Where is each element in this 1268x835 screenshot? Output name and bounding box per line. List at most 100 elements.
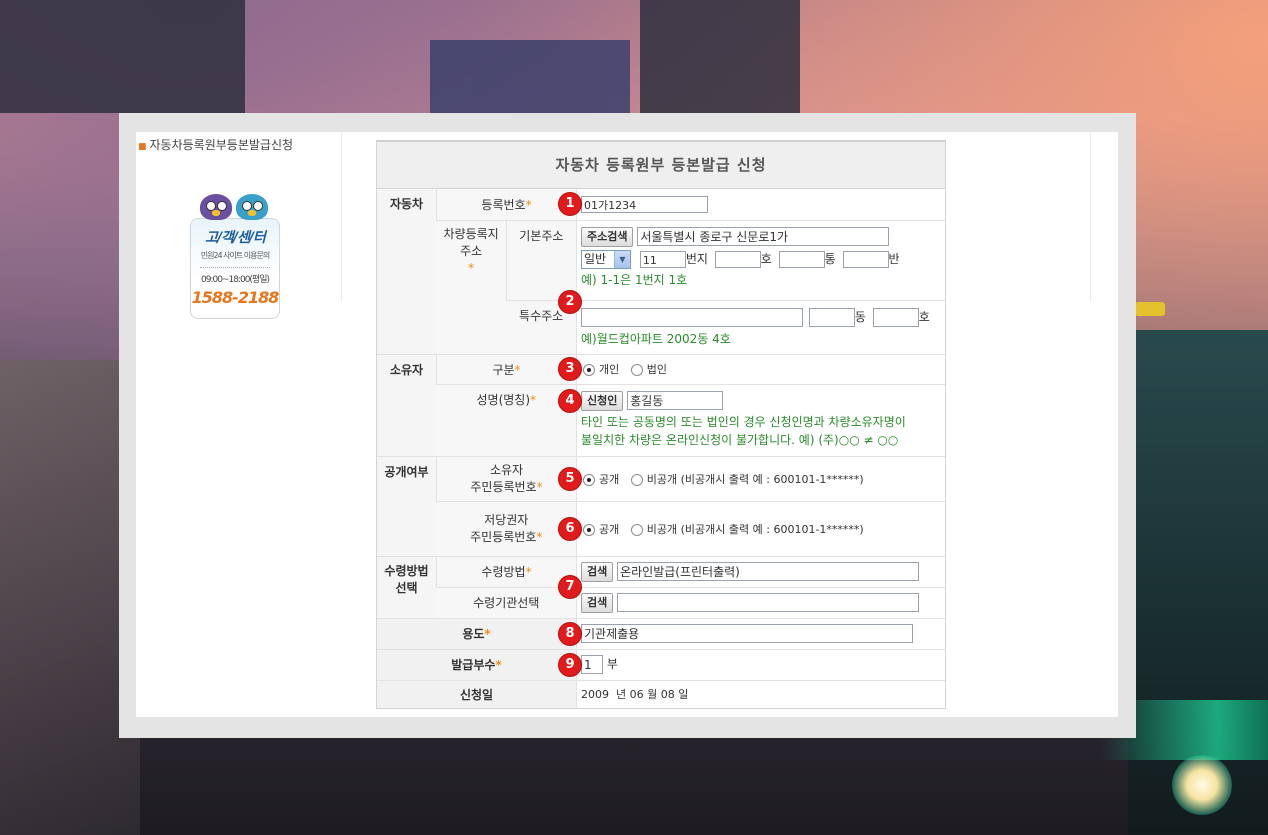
section-disclosure: 공개여부 — [377, 456, 437, 557]
mortgagee-rrn-private-radio[interactable] — [630, 523, 643, 536]
application-form: 자동차 등록원부 등본발급 신청 자동차 등록번호* 1 01가1234 차량등… — [376, 140, 946, 709]
owner-rrn-public-label: 공개 — [599, 472, 620, 486]
divider — [341, 132, 342, 302]
mortgagee-rrn-hint: (비공개시 출력 예 : 600101-1******) — [680, 522, 864, 536]
section-vehicle: 자동차 — [377, 189, 437, 355]
purpose-input[interactable]: 기관제출용 — [581, 624, 913, 643]
purpose-cell: 8 기관제출용 — [559, 618, 945, 650]
address-type-select[interactable]: 일반 ▼ — [581, 249, 631, 269]
step-badge: 6 — [559, 517, 581, 540]
background-building — [430, 40, 630, 113]
call-center-card: 고/객/센/터 민원24 사이트 이용문의 09:00~18:00(평일) 15… — [190, 218, 280, 319]
content-panel: ■ 자동차등록원부등본발급신청 고/객/센/터 민원24 사이트 이용문의 09:… — [136, 132, 1118, 717]
step-badge: 8 — [559, 622, 581, 645]
form-row-copies: 발급부수* 9 1 부 — [377, 649, 945, 681]
apply-date-label: 신청일 — [377, 680, 577, 708]
unit-bunji: 번지 — [685, 251, 708, 266]
ban-input[interactable] — [842, 250, 889, 268]
mascot-icon — [236, 194, 268, 220]
owner-name-input[interactable]: 홍길동 — [627, 391, 724, 410]
mortgagee-rrn-public-radio[interactable] — [583, 523, 595, 536]
step-badge: 3 — [559, 358, 581, 380]
owner-rrn-label: 소유자 주민등록번호* — [436, 456, 577, 502]
basic-address-input[interactable]: 서울특별시 종로구 신문로1가 — [637, 227, 890, 246]
background-headlight — [1172, 755, 1232, 815]
mascot-icon — [200, 194, 232, 220]
owner-name-note-1: 타인 또는 공동명의 또는 법인의 경우 신청인명과 차량소유자명이 — [581, 414, 906, 429]
section-receipt: 수령방법 선택 — [377, 556, 437, 619]
form-table: 자동차 등록번호* 1 01가1234 차량등록지 주소 * 기본주소 주소검색… — [377, 189, 945, 708]
form-row-owner-rrn: 공개여부 소유자 주민등록번호* 5 공개 비공개 (비공개시 출력 예 : 6… — [377, 456, 945, 557]
copies-unit: 부 — [606, 657, 618, 671]
reg-number-label: 등록번호* — [436, 189, 577, 221]
owner-rrn-hint: (비공개시 출력 예 : 600101-1******) — [680, 472, 864, 486]
receipt-method-label: 수령방법* — [436, 556, 577, 588]
owner-name-cell: 4 신청인 홍길동 타인 또는 공동명의 또는 법인의 경우 신청인명과 차량소… — [559, 384, 945, 457]
form-row-basic-address: 차량등록지 주소 * 기본주소 주소검색 서울특별시 종로구 신문로1가 일반 ▼… — [377, 220, 945, 355]
content-frame: ■ 자동차등록원부등본발급신청 고/객/센/터 민원24 사이트 이용문의 09:… — [119, 113, 1136, 738]
receipt-office-label: 수령기관선택 — [436, 587, 577, 619]
mascot-icons — [200, 194, 272, 220]
dong-input[interactable] — [808, 307, 855, 327]
apply-date-day: 08 — [660, 688, 675, 702]
copies-input[interactable]: 1 — [581, 655, 603, 674]
chevron-down-icon: ▼ — [614, 250, 630, 268]
background-building — [0, 0, 245, 113]
apply-date-year: 2009 — [581, 688, 609, 702]
unit-dong: 동 — [854, 309, 866, 324]
apply-date-cell: 2009 년 06 월 08 일 — [576, 680, 945, 708]
receipt-office-search-button[interactable]: 검색 — [581, 592, 614, 613]
owner-type-individual-label: 개인 — [599, 363, 620, 376]
form-row-receipt-office: 수령기관선택 검색 — [377, 587, 945, 619]
owner-type-label: 구분* — [436, 354, 577, 385]
form-row-mortgagee-rrn: 저당권자 주민등록번호* 6 공개 비공개 (비공개시 출력 예 : 60010… — [377, 501, 945, 557]
owner-rrn-private-label: 비공개 — [646, 472, 678, 486]
receipt-office-input[interactable] — [617, 593, 920, 612]
divider — [1090, 132, 1091, 302]
mortgagee-rrn-private-label: 비공개 — [646, 522, 678, 536]
step-badge: 5 — [559, 467, 581, 490]
call-center-banner[interactable]: 고/객/센/터 민원24 사이트 이용문의 09:00~18:00(평일) 15… — [190, 194, 280, 319]
copies-label: 발급부수* — [377, 649, 577, 681]
owner-type-corporate-label: 법인 — [646, 363, 667, 376]
section-owner: 소유자 — [377, 354, 437, 457]
owner-name-label: 성명(명칭)* — [436, 384, 577, 457]
address-label: 차량등록지 주소 * — [436, 220, 507, 355]
purpose-label: 용도* — [377, 618, 577, 650]
receipt-method-input[interactable]: 온라인발급(프린터출력) — [617, 562, 920, 581]
form-row-owner-name: 성명(명칭)* 4 신청인 홍길동 타인 또는 공동명의 또는 법인의 경우 신… — [377, 384, 945, 457]
step-badge: 4 — [559, 389, 581, 412]
mortgagee-rrn-public-label: 공개 — [599, 522, 620, 536]
tong-input[interactable] — [778, 250, 825, 268]
applicant-button[interactable]: 신청인 — [581, 390, 624, 411]
step-badge: 9 — [559, 653, 581, 676]
owner-type-corporate-radio[interactable] — [630, 364, 643, 376]
owner-name-note-2: 불일치한 차량은 온라인신청이 불가합니다. 예) (주)○○ ≠ ○○ — [581, 432, 899, 447]
ho2-input[interactable] — [872, 307, 919, 327]
step-badge: 1 — [559, 193, 581, 216]
divider — [200, 267, 270, 268]
owner-type-individual-radio[interactable] — [583, 364, 595, 376]
address-search-button[interactable]: 주소검색 — [581, 226, 634, 247]
copies-cell: 9 1 부 — [559, 649, 945, 681]
receipt-method-search-button[interactable]: 검색 — [581, 561, 614, 582]
unit-ban: 반 — [888, 251, 900, 266]
bullet-icon: ■ — [138, 142, 147, 152]
ho-input[interactable] — [714, 250, 761, 268]
breadcrumb-label: 자동차등록원부등본발급신청 — [149, 138, 294, 152]
owner-rrn-private-radio[interactable] — [630, 473, 643, 486]
form-row-receipt-method: 수령방법 선택 수령방법* 7 검색 온라인발급(프린터출력) — [377, 556, 945, 619]
basic-address-example: 예) 1-1은 1번지 1호 — [581, 272, 688, 287]
form-row-purpose: 용도* 8 기관제출용 — [377, 618, 945, 650]
form-row-apply-date: 신청일 2009 년 06 월 08 일 — [377, 680, 945, 708]
background-taxi-sign — [1135, 302, 1165, 316]
reg-number-input[interactable]: 01가1234 — [581, 195, 708, 213]
owner-rrn-public-radio[interactable] — [583, 473, 595, 486]
call-center-subtitle: 민원24 사이트 이용문의 — [200, 251, 271, 260]
owner-rrn-cell: 5 공개 비공개 (비공개시 출력 예 : 600101-1******) — [559, 456, 945, 502]
bunji-input[interactable]: 11 — [639, 250, 686, 268]
apply-date-day-unit: 일 — [678, 688, 689, 702]
special-address-input[interactable] — [581, 307, 803, 327]
mortgagee-rrn-label: 저당권자 주민등록번호* — [436, 501, 577, 557]
form-row-reg-number: 자동차 등록번호* 1 01가1234 — [377, 189, 945, 355]
